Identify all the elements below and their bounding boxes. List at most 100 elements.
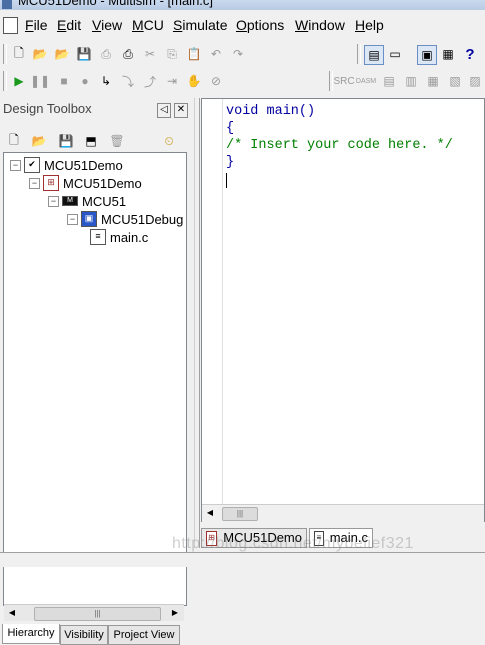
collapse-icon[interactable]: − [67, 213, 78, 225]
scroll-left-icon[interactable]: ◀ [203, 506, 217, 520]
step-out-icon[interactable]: ⤴ [141, 72, 159, 90]
toolbox-toolbar: 🗋 📂 💾 ⬒ 🗑 ⏲ [0, 128, 194, 150]
schematic-icon: ⊞ [43, 175, 59, 191]
toolbar-grip[interactable] [329, 71, 333, 91]
menu-window[interactable]: Window [295, 17, 345, 33]
undo-icon[interactable]: ↶ [207, 45, 225, 63]
toolbar-grip[interactable] [3, 71, 7, 91]
c-file-icon: ≡ [90, 229, 106, 245]
call-stack-view-icon[interactable]: ▨ [466, 72, 484, 90]
design-toolbox-panel: Design Toolbox ◁ ✕ 🗋 📂 💾 ⬒ 🗑 ⏲ − ✔ MCU51… [0, 98, 194, 645]
horizontal-scrollbar[interactable]: ◀ ||| ▶ [4, 604, 184, 621]
menu-options[interactable]: Options [236, 17, 284, 33]
scroll-thumb[interactable]: ||| [222, 507, 258, 521]
step-over-icon[interactable]: ⤵ [119, 72, 137, 90]
scroll-right-icon[interactable]: ▶ [168, 606, 182, 620]
open-design-icon[interactable]: 📂 [30, 132, 48, 150]
title-bar: MCU51Demo - Multisim - [main.c] [0, 0, 485, 10]
tree-node[interactable]: − ✔ MCU51Demo [10, 156, 123, 174]
menu-simulate[interactable]: Simulate [173, 17, 227, 33]
run-to-cursor-icon[interactable]: ⇥ [163, 72, 181, 90]
menu-help[interactable]: Help [355, 17, 384, 33]
toolbox-tabs: Hierarchy Visibility Project View [0, 624, 194, 645]
code-line: } [226, 155, 235, 170]
delete-icon[interactable]: 🗑 [108, 132, 126, 150]
open-folder-icon[interactable]: 📂 [31, 45, 49, 63]
scroll-thumb[interactable]: ||| [34, 607, 161, 621]
watch-view-icon[interactable]: ▧ [446, 72, 464, 90]
text-caret [226, 173, 227, 188]
copy-icon[interactable]: ⎘ [163, 45, 181, 63]
open-sample-icon[interactable]: 📂 [53, 45, 71, 63]
document-icon[interactable] [3, 17, 18, 34]
src-view-button[interactable]: SRC [333, 72, 354, 90]
code-editor[interactable]: void main() { /* Insert your code here. */… [201, 98, 485, 522]
grid-view-icon[interactable]: ▦ [439, 45, 457, 63]
menu-view[interactable]: View [92, 17, 122, 33]
recent-icon[interactable]: ⏲ [160, 132, 178, 150]
tab-visibility[interactable]: Visibility [60, 625, 108, 645]
toggle-toolbox-icon[interactable]: ▤ [364, 45, 384, 65]
help-icon[interactable]: ? [461, 45, 479, 63]
menu-file[interactable]: File [25, 17, 48, 33]
menu-bar: File Edit View MCU Simulate Options Wind… [0, 12, 485, 38]
collapse-icon[interactable]: − [48, 195, 59, 207]
standard-toolbar: 🗋 📂 📂 💾 ⎙ ⎙ ✂ ⎘ 📋 ↶ ↷ ▤ ▭ ▣ ▦ ? [0, 41, 485, 67]
register-view-icon[interactable]: ▥ [402, 72, 420, 90]
panel-splitter[interactable] [194, 98, 200, 548]
code-line: { [226, 121, 235, 136]
redo-icon[interactable]: ↷ [229, 45, 247, 63]
project-folder-icon: ▣ [81, 211, 97, 227]
new-file-icon[interactable]: 🗋 [10, 45, 28, 63]
app-icon [2, 0, 12, 9]
hierarchy-tree: − ✔ MCU51Demo − ⊞ MCU51Demo − M MCU51 − … [3, 152, 187, 606]
editor-gutter[interactable] [202, 99, 223, 504]
menu-edit[interactable]: Edit [57, 17, 81, 33]
step-into-icon[interactable]: ↳ [97, 72, 115, 90]
tree-node[interactable]: ≡ main.c [90, 228, 148, 246]
save-design-icon[interactable]: 💾 [57, 132, 75, 150]
cut-icon[interactable]: ✂ [141, 45, 159, 63]
code-line: void main() [226, 104, 316, 119]
new-subcircuit-icon[interactable]: ⬒ [82, 132, 100, 150]
checked-design-icon: ✔ [24, 157, 40, 173]
paste-icon[interactable]: 📋 [185, 45, 203, 63]
simulation-toolbar: ▶ ❚❚ ■ ● ↳ ⤵ ⤴ ⇥ ✋ ⊘ SRC DASM ▤ ▥ ▦ ▧ ▨ [0, 68, 485, 94]
toolbar-grip[interactable] [3, 44, 7, 64]
save-icon[interactable]: 💾 [75, 45, 93, 63]
component-view-icon[interactable]: ▣ [417, 45, 437, 65]
collapse-icon[interactable]: − [10, 159, 21, 171]
tree-node[interactable]: − ▣ MCU51Debug [67, 210, 183, 228]
tree-node[interactable]: − ⊞ MCU51Demo [29, 174, 142, 192]
print-icon[interactable]: ⎙ [119, 45, 137, 63]
toolbar-grip[interactable] [357, 44, 361, 64]
menu-mcu[interactable]: MCU [132, 17, 164, 33]
code-line: /* Insert your code here. */ [226, 138, 453, 153]
remove-breakpoints-icon[interactable]: ⊘ [207, 72, 225, 90]
stop-icon[interactable]: ■ [55, 72, 73, 90]
auto-hide-button[interactable]: ◁ [157, 103, 171, 118]
panel-title: Design Toolbox [3, 101, 92, 116]
tab-hierarchy[interactable]: Hierarchy [2, 624, 60, 644]
run-icon[interactable]: ▶ [10, 72, 28, 90]
toggle-breakpoint-icon[interactable]: ✋ [185, 72, 203, 90]
memory-view-icon[interactable]: ▤ [380, 72, 398, 90]
watermark: http://blog.csdn.net/mybelief321 [172, 535, 414, 552]
print-preview-icon[interactable]: ⎙ [97, 45, 115, 63]
ports-view-icon[interactable]: ▦ [424, 72, 442, 90]
dasm-view-button[interactable]: DASM [356, 72, 376, 90]
horizontal-scrollbar[interactable]: ◀ ||| [202, 504, 484, 522]
spreadsheet-view-icon[interactable]: ▭ [386, 45, 404, 63]
mcu-chip-icon: M [62, 196, 78, 206]
code-text[interactable]: void main() { /* Insert your code here. */… [226, 103, 453, 171]
pause-icon[interactable]: ❚❚ [30, 72, 50, 90]
tab-project-view[interactable]: Project View [108, 625, 180, 645]
close-panel-button[interactable]: ✕ [174, 103, 188, 118]
tree-node[interactable]: − M MCU51 [48, 192, 126, 210]
breakpoint-icon[interactable]: ● [76, 72, 94, 90]
collapse-icon[interactable]: − [29, 177, 40, 189]
window-title: MCU51Demo - Multisim - [main.c] [18, 0, 214, 8]
new-design-icon[interactable]: 🗋 [5, 132, 23, 150]
scroll-left-icon[interactable]: ◀ [5, 606, 19, 620]
status-bar [0, 552, 485, 567]
